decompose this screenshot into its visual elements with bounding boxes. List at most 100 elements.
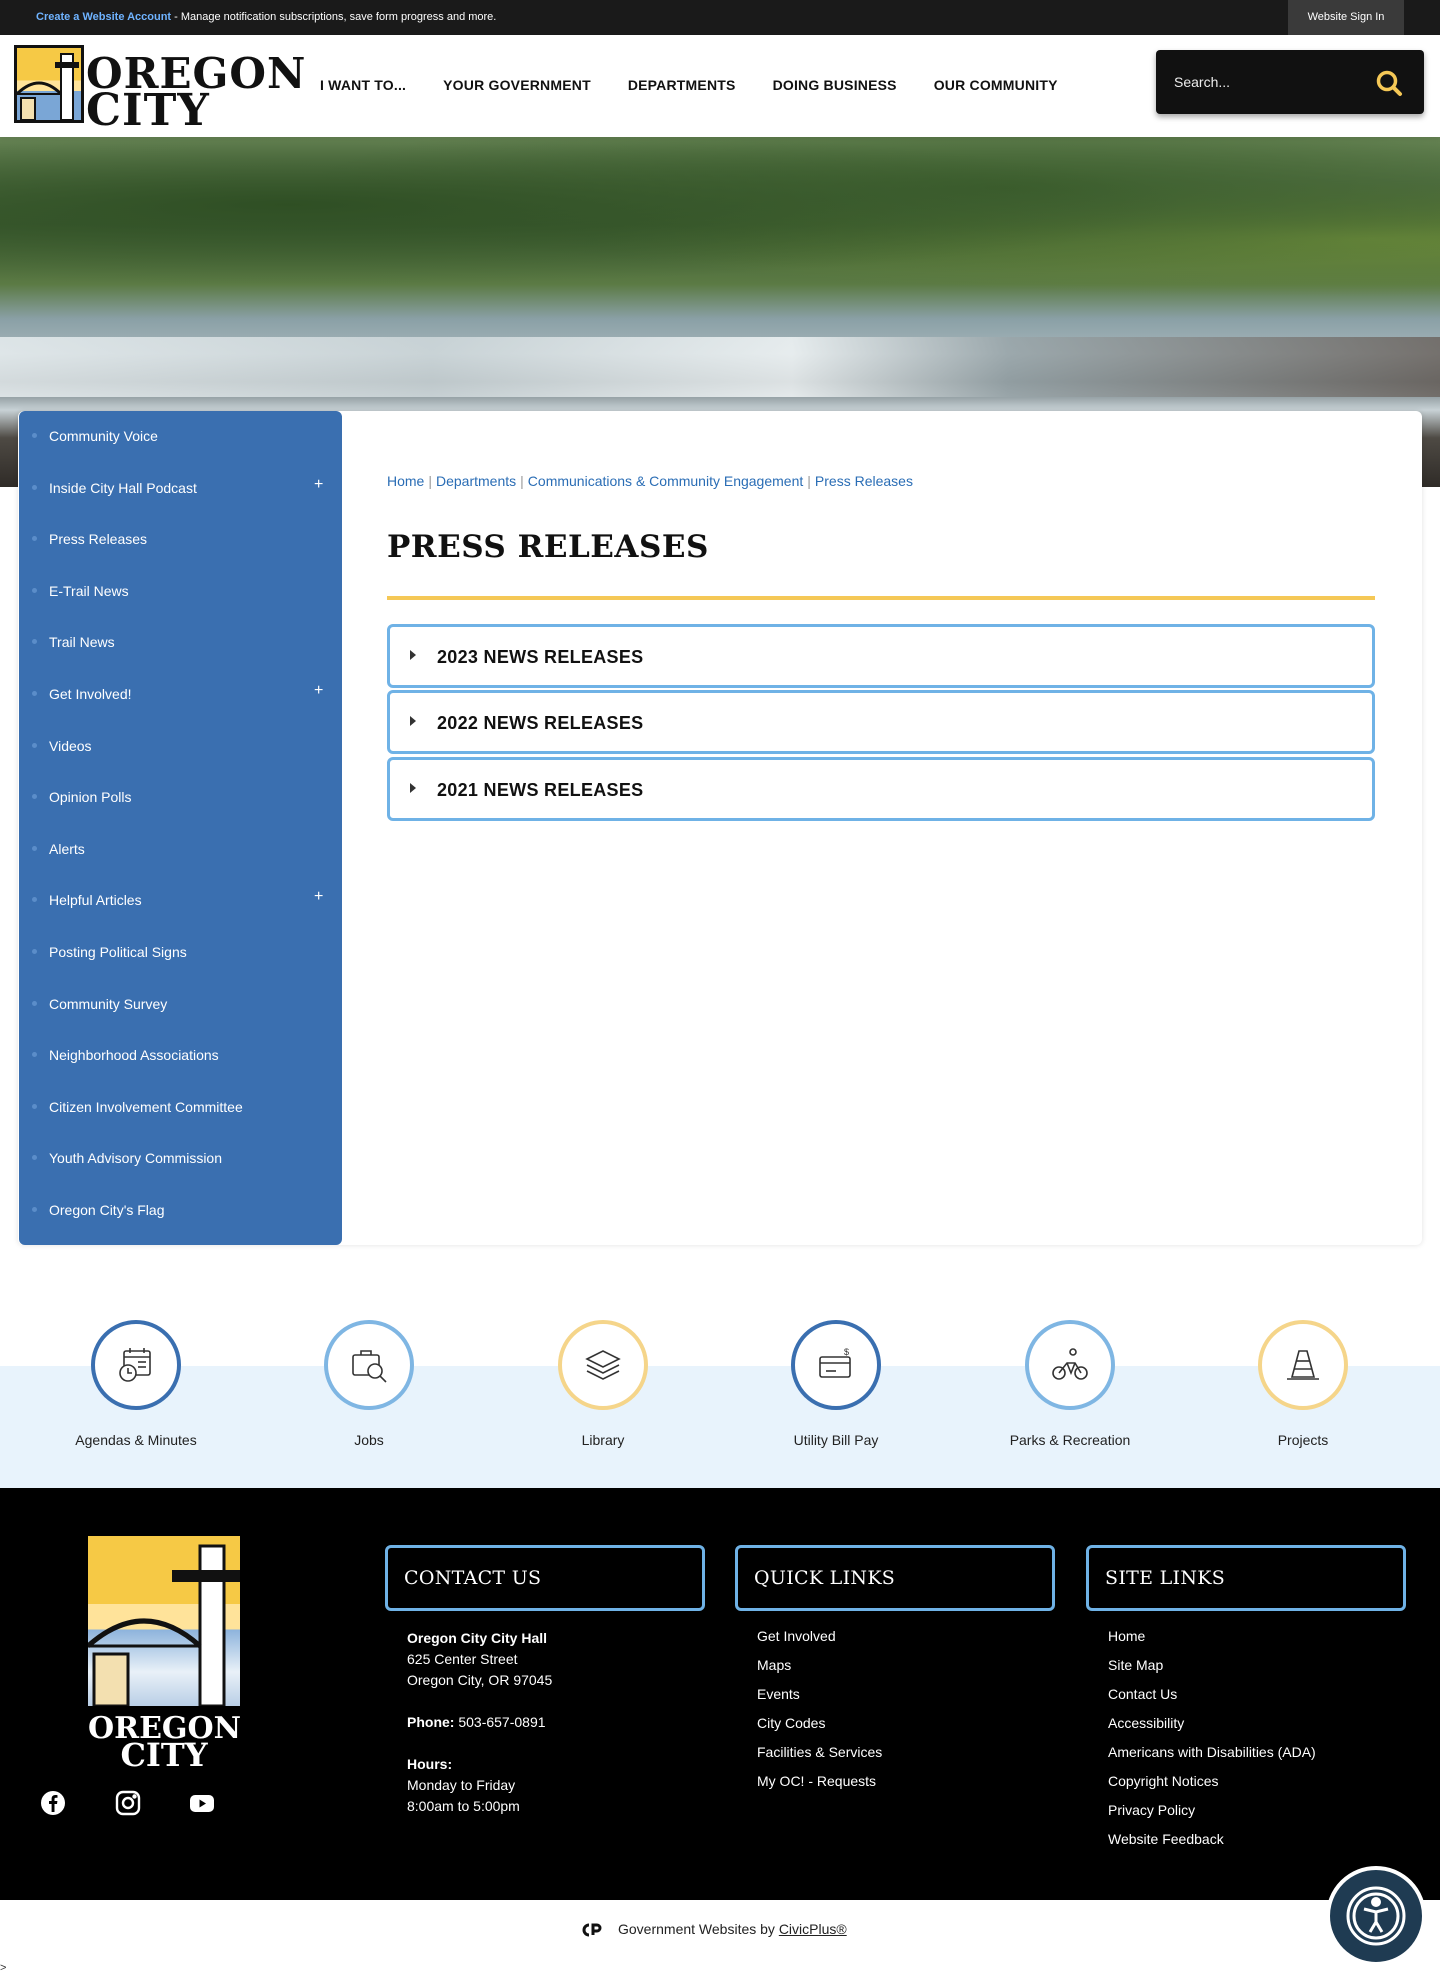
sidebar-item-opinion-polls[interactable]: Opinion Polls	[19, 772, 342, 824]
sidebar-item-label: Oregon City's Flag	[49, 1202, 165, 1218]
footer-link-website-feedback[interactable]: Website Feedback	[1108, 1825, 1316, 1854]
sidebar-item-alerts[interactable]: Alerts	[19, 824, 342, 876]
youtube-icon[interactable]	[188, 1789, 216, 1817]
sidebar-item-press-releases[interactable]: Press Releases	[19, 514, 342, 566]
footer-logo-word-city: CITY	[120, 1736, 208, 1774]
footer-link-get-involved[interactable]: Get Involved	[757, 1622, 882, 1651]
create-account-link[interactable]: Create a Website Account	[36, 11, 171, 23]
sidebar-item-label: E-Trail News	[49, 583, 129, 599]
hero-waterfall	[0, 337, 1440, 397]
sidebar-item-oregon-citys-flag[interactable]: Oregon City's Flag	[19, 1185, 342, 1237]
footer-link-my-oc-requests[interactable]: My OC! - Requests	[757, 1767, 882, 1796]
site-links-heading-box: SITE LINKS	[1086, 1545, 1406, 1611]
quick-link-label: Utility Bill Pay	[793, 1432, 879, 1448]
expand-plus-icon[interactable]: +	[314, 682, 323, 700]
bullet-icon	[32, 897, 37, 902]
footer-link-ada[interactable]: Americans with Disabilities (ADA)	[1108, 1738, 1316, 1767]
breadcrumb-communications[interactable]: Communications & Community Engagement	[528, 473, 803, 489]
nav-i-want-to[interactable]: I WANT TO...	[320, 77, 406, 93]
accessibility-widget-button[interactable]	[1326, 1866, 1426, 1966]
quick-link-circle: $	[791, 1320, 881, 1410]
sidebar-item-posting-political-signs[interactable]: Posting Political Signs	[19, 927, 342, 979]
contact-info: Oregon City City Hall 625 Center Street …	[407, 1628, 552, 1817]
quick-link-parks-recreation[interactable]: Parks & Recreation	[980, 1320, 1160, 1460]
breadcrumb: Home | Departments | Communications & Commun…	[387, 473, 913, 489]
sidebar-item-label: Neighborhood Associations	[49, 1047, 219, 1063]
footer-link-city-codes[interactable]: City Codes	[757, 1709, 882, 1738]
hours-time: 8:00am to 5:00pm	[407, 1798, 520, 1814]
footer-logo[interactable]: OREGON CITY	[88, 1536, 241, 1774]
footer-link-accessibility[interactable]: Accessibility	[1108, 1709, 1316, 1738]
sidebar-item-label: Alerts	[49, 841, 85, 857]
footer-link-events[interactable]: Events	[757, 1680, 882, 1709]
bullet-icon	[32, 743, 37, 748]
search-input[interactable]	[1174, 66, 1364, 98]
phone-number[interactable]: 503-657-0891	[454, 1714, 545, 1730]
quick-link-circle	[91, 1320, 181, 1410]
search-icon[interactable]	[1374, 68, 1404, 98]
quick-link-label: Parks & Recreation	[1009, 1432, 1131, 1448]
sidebar-item-community-survey[interactable]: Community Survey	[19, 979, 342, 1031]
sidebar-item-community-voice[interactable]: Community Voice	[19, 411, 342, 463]
accordion-2023-news-releases[interactable]: 2023 NEWS RELEASES	[387, 624, 1375, 688]
quick-link-label: Projects	[1277, 1432, 1329, 1448]
sidebar-item-neighborhood-associations[interactable]: Neighborhood Associations	[19, 1030, 342, 1082]
bullet-icon	[32, 846, 37, 851]
nav-doing-business[interactable]: DOING BUSINESS	[773, 77, 897, 93]
quick-link-circle	[324, 1320, 414, 1410]
powered-by-prefix: Government Websites by	[618, 1921, 779, 1937]
oregon-city-logo[interactable]: OREGON CITY	[14, 45, 305, 136]
breadcrumb-current[interactable]: Press Releases	[815, 473, 913, 489]
facebook-icon[interactable]	[39, 1789, 67, 1817]
sidebar-item-label: Trail News	[49, 634, 115, 650]
quick-link-agendas-minutes[interactable]: Agendas & Minutes	[46, 1320, 226, 1460]
sidebar-item-helpful-articles[interactable]: Helpful Articles +	[19, 875, 342, 927]
quick-link-projects[interactable]: Projects	[1213, 1320, 1393, 1460]
bullet-icon	[32, 588, 37, 593]
sidebar-item-citizen-involvement-committee[interactable]: Citizen Involvement Committee	[19, 1082, 342, 1134]
footer-link-contact-us[interactable]: Contact Us	[1108, 1680, 1316, 1709]
nav-your-government[interactable]: YOUR GOVERNMENT	[443, 77, 591, 93]
wallet-card-icon: $	[819, 1347, 851, 1378]
caret-right-icon	[410, 716, 416, 726]
instagram-icon[interactable]	[114, 1789, 142, 1817]
expand-plus-icon[interactable]: +	[314, 888, 323, 906]
main-content: Home | Departments | Communications & Commun…	[342, 411, 1422, 1245]
site-footer: OREGON CITY CONTACT US QUICK LINKS SITE …	[0, 1488, 1440, 1900]
site-links-heading: SITE LINKS	[1105, 1567, 1226, 1589]
accordion-2021-news-releases[interactable]: 2021 NEWS RELEASES	[387, 757, 1375, 821]
notification-bar: Create a Website Account - Manage notifi…	[0, 0, 1440, 35]
quick-link-library[interactable]: Library	[513, 1320, 693, 1460]
bullet-icon	[32, 949, 37, 954]
quick-link-jobs[interactable]: Jobs	[279, 1320, 459, 1460]
accordion-label: 2021 NEWS RELEASES	[437, 780, 644, 800]
sidebar-item-inside-city-hall-podcast[interactable]: Inside City Hall Podcast +	[19, 463, 342, 515]
breadcrumb-home[interactable]: Home	[387, 473, 424, 489]
bullet-icon	[32, 1155, 37, 1160]
footer-link-maps[interactable]: Maps	[757, 1651, 882, 1680]
sidebar-item-youth-advisory-commission[interactable]: Youth Advisory Commission	[19, 1133, 342, 1185]
sidebar-item-e-trail-news[interactable]: E-Trail News	[19, 566, 342, 618]
footer-link-facilities-services[interactable]: Facilities & Services	[757, 1738, 882, 1767]
nav-departments[interactable]: DEPARTMENTS	[628, 77, 736, 93]
expand-plus-icon[interactable]: +	[314, 476, 323, 494]
hours-days: Monday to Friday	[407, 1777, 516, 1793]
nav-our-community[interactable]: OUR COMMUNITY	[934, 77, 1058, 93]
footer-link-home[interactable]: Home	[1108, 1622, 1316, 1651]
bullet-icon	[32, 639, 37, 644]
title-divider	[387, 596, 1375, 600]
sidebar-item-label: Community Voice	[49, 428, 158, 444]
civicplus-link[interactable]: CivicPlus®	[779, 1921, 847, 1937]
website-sign-in-button[interactable]: Website Sign In	[1288, 0, 1404, 35]
caret-right-icon	[410, 783, 416, 793]
sidebar-item-trail-news[interactable]: Trail News	[19, 617, 342, 669]
sidebar-item-label: Citizen Involvement Committee	[49, 1099, 243, 1115]
footer-link-site-map[interactable]: Site Map	[1108, 1651, 1316, 1680]
quick-link-utility-bill-pay[interactable]: $ Utility Bill Pay	[746, 1320, 926, 1460]
footer-link-privacy-policy[interactable]: Privacy Policy	[1108, 1796, 1316, 1825]
footer-link-copyright-notices[interactable]: Copyright Notices	[1108, 1767, 1316, 1796]
breadcrumb-departments[interactable]: Departments	[436, 473, 516, 489]
sidebar-item-videos[interactable]: Videos	[19, 721, 342, 773]
sidebar-item-get-involved[interactable]: Get Involved! +	[19, 669, 342, 721]
accordion-2022-news-releases[interactable]: 2022 NEWS RELEASES	[387, 690, 1375, 754]
